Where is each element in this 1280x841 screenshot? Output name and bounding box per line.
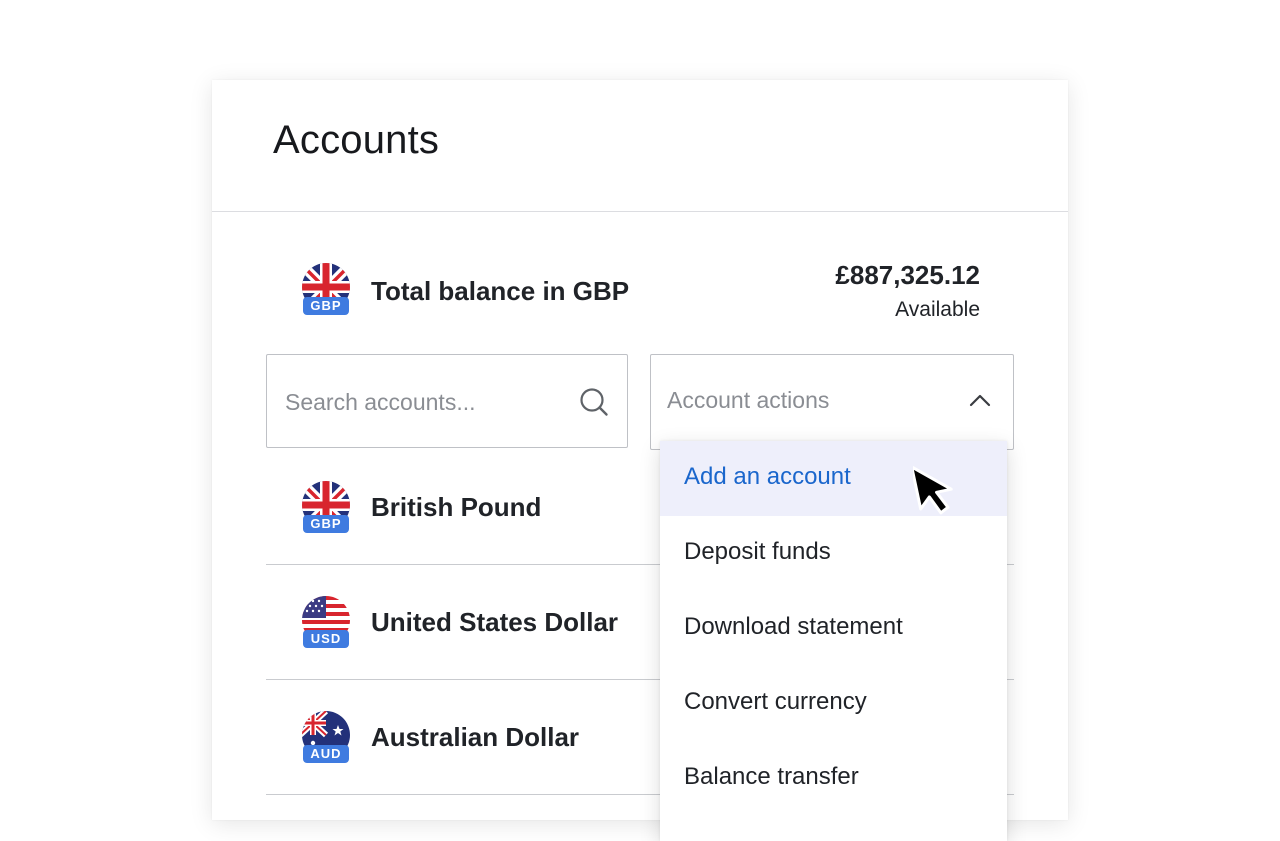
total-balance-label: Total balance in GBP [371, 276, 630, 306]
accounts-card: Accounts GBP Total balance in GBP £887,3… [212, 80, 1068, 841]
balance-status: Available [895, 298, 980, 321]
account-name: Australian Dollar [371, 722, 580, 752]
menu-item-download-statement[interactable]: Download statement [660, 591, 1007, 666]
total-balance-row: GBP Total balance in GBP £887,325.12 Ava… [212, 260, 1068, 330]
account-actions-label: Account actions [667, 387, 830, 413]
card-header: Accounts [212, 80, 1068, 212]
gbp-flag-icon: GBP [300, 481, 352, 533]
page-title: Accounts [273, 118, 440, 162]
menu-item-label: Download statement [684, 613, 903, 640]
menu-item-label: Balance transfer [684, 763, 859, 790]
account-name: British Pound [371, 492, 542, 522]
menu-item-balance-transfer[interactable]: Balance transfer [660, 741, 1007, 816]
menu-item-label: Convert currency [684, 688, 867, 715]
menu-item-convert-currency[interactable]: Convert currency [660, 666, 1007, 741]
menu-item-label: Add an account [684, 463, 851, 490]
currency-badge: AUD [310, 746, 342, 761]
chevron-up-icon [969, 393, 991, 412]
mouse-pointer-icon [910, 460, 963, 527]
currency-badge: GBP [310, 298, 342, 313]
currency-badge: GBP [310, 516, 342, 531]
aud-flag-icon: AUD [300, 711, 352, 763]
total-balance-amount: £887,325.12 [835, 260, 980, 290]
usd-flag-icon: USD [300, 596, 352, 648]
gbp-flag-icon: GBP [300, 263, 352, 315]
account-actions-dropdown[interactable]: Account actions [650, 354, 1014, 450]
search-icon[interactable] [579, 387, 609, 422]
search-input[interactable] [283, 383, 567, 421]
menu-item-deposit-funds[interactable]: Deposit funds [660, 516, 1007, 591]
account-name: United States Dollar [371, 607, 619, 637]
currency-badge: USD [310, 631, 342, 646]
menu-item-label: Deposit funds [684, 538, 831, 565]
search-field[interactable] [266, 354, 628, 448]
